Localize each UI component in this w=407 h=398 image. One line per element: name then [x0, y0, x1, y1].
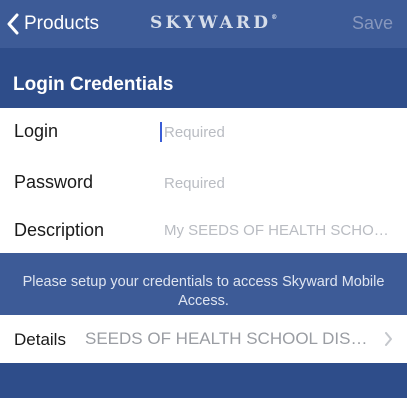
login-row: Login [0, 108, 407, 156]
section-title: Login Credentials [13, 74, 174, 95]
chevron-right-icon [384, 332, 393, 351]
back-label: Products [24, 13, 99, 34]
chevron-left-icon [6, 13, 24, 35]
section-header: Login Credentials [0, 60, 407, 108]
credentials-form: Login Password Description My SEEDS OF H… [0, 108, 407, 253]
registered-mark: ® [271, 14, 278, 21]
details-value: SEEDS OF HEALTH SCHOOL DISTRICT [85, 329, 375, 348]
save-button[interactable]: Save [352, 13, 393, 34]
password-row: Password [0, 159, 407, 207]
nav-bar: Products SKYWARD® Save [0, 0, 407, 48]
description-row: Description My SEEDS OF HEALTH SCHOOL DI… [0, 207, 407, 255]
back-button[interactable]: Products [6, 11, 99, 37]
description-input[interactable]: My SEEDS OF HEALTH SCHOOL DISTRICT [164, 222, 393, 239]
text-cursor [160, 122, 162, 142]
brand-text: SKYWARD [150, 13, 272, 33]
skyward-logo: SKYWARD® [150, 13, 277, 33]
description-label: Description [14, 220, 105, 240]
details-label: Details [14, 330, 66, 349]
info-text: Please setup your credentials to access … [22, 274, 385, 309]
login-label: Login [14, 121, 59, 141]
password-label: Password [14, 172, 94, 192]
details-row[interactable]: Details SEEDS OF HEALTH SCHOOL DISTRICT [0, 315, 407, 363]
password-input[interactable] [161, 159, 393, 207]
info-banner: Please setup your credentials to access … [0, 253, 407, 315]
login-input[interactable] [161, 108, 393, 156]
